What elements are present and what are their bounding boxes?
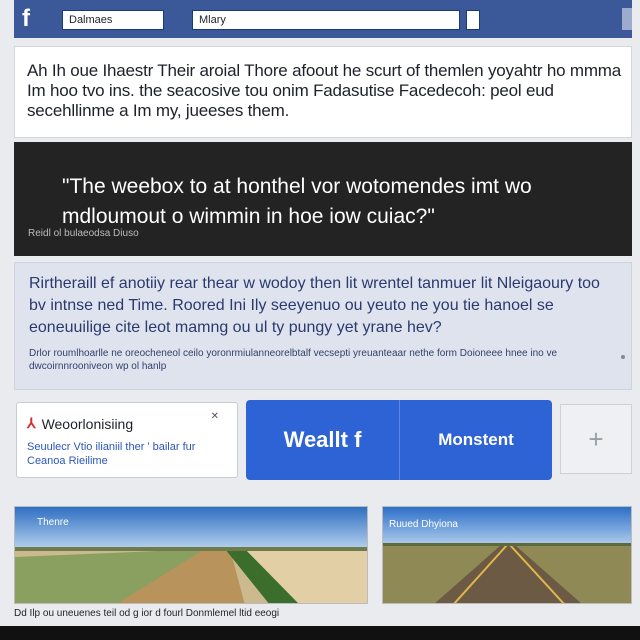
- photo-caption: Dd Ilp ou uneuenes teil od g ior d fourl…: [14, 608, 280, 619]
- close-icon[interactable]: ✕: [211, 411, 219, 422]
- page-card-title[interactable]: Weoorlonisiing: [42, 416, 134, 432]
- page-suggestion-card[interactable]: ⅄ Weoorlonisiing ✕ Seuulecr Vtio ilianii…: [16, 402, 238, 478]
- action-button-group: Weallt f Monstent: [246, 400, 552, 480]
- add-button[interactable]: +: [560, 404, 632, 474]
- landscape-photo-2[interactable]: Ruued Dhyiona: [382, 506, 632, 604]
- search-icon[interactable]: [466, 10, 480, 30]
- banner-quote: "The weebox to at honthel vor wotomendes…: [62, 175, 532, 228]
- quote-banner: "The weebox to at honthel vor wotomendes…: [14, 142, 632, 256]
- post-text-card: Ah Ih oue Ihaestr Their aroial Thore afo…: [14, 46, 632, 138]
- name-search-field[interactable]: Dalmaes: [62, 10, 164, 30]
- page-logo-icon: ⅄: [27, 415, 36, 431]
- like-page-button[interactable]: Weallt f: [246, 400, 400, 480]
- post-body-text: Ah Ih oue Ihaestr Their aroial Thore afo…: [27, 61, 622, 120]
- bottom-bar: [0, 626, 640, 640]
- comment-text: Rirtheraill ef anotiiy rear thear w wodo…: [29, 275, 600, 336]
- more-dot-icon[interactable]: [621, 355, 625, 359]
- top-navigation-bar: f Dalmaes Mlary: [14, 0, 632, 38]
- facebook-logo-icon[interactable]: f: [22, 6, 48, 32]
- banner-meta: Reidl ol bulaeodsa Diuso: [28, 228, 139, 239]
- comment-small-text: Drlor roumlhoarlle ne oreocheneol ceilo …: [29, 348, 558, 372]
- page-card-subtitle[interactable]: Seuulecr Vtio ilianiil ther ' bailar fur…: [27, 440, 227, 468]
- menu-icon[interactable]: [622, 8, 632, 30]
- photo-label: Thenre: [37, 517, 69, 528]
- landscape-photo-1[interactable]: Thenre: [14, 506, 368, 604]
- comment-card: Rirtheraill ef anotiiy rear thear w wodo…: [14, 262, 632, 390]
- page-card-title-row: ⅄ Weoorlonisiing: [27, 415, 227, 432]
- search-input[interactable]: Mlary: [192, 10, 460, 30]
- message-button[interactable]: Monstent: [400, 400, 552, 480]
- photo-label: Ruued Dhyiona: [389, 519, 458, 530]
